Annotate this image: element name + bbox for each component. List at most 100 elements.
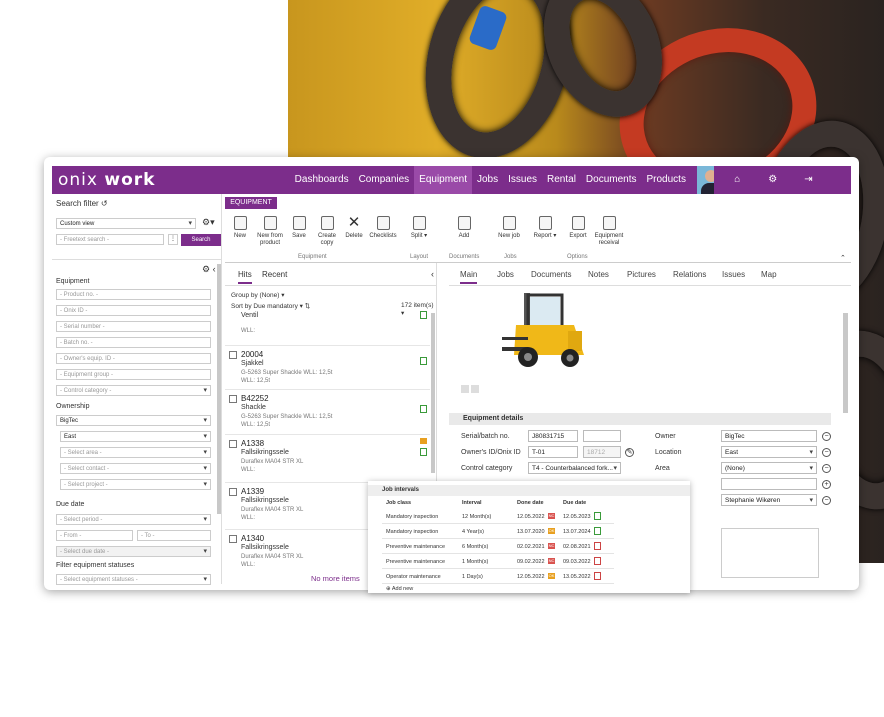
from-date-input[interactable]: - From - bbox=[56, 530, 133, 541]
notes-textarea[interactable] bbox=[721, 528, 819, 578]
new-job-button[interactable]: New job bbox=[498, 216, 520, 240]
tab-pictures[interactable]: Pictures bbox=[627, 270, 656, 279]
tab-documents[interactable]: Documents bbox=[531, 270, 571, 279]
next-image-icon[interactable] bbox=[471, 385, 479, 393]
location-select[interactable]: East bbox=[721, 446, 817, 458]
job-document-icon[interactable] bbox=[594, 572, 601, 580]
equipment-group-input[interactable]: - Equipment group - bbox=[56, 369, 211, 380]
area-select[interactable]: East bbox=[60, 431, 211, 442]
add-new-job-interval[interactable]: ⊕ Add new bbox=[386, 586, 413, 592]
user-avatar[interactable] bbox=[696, 166, 715, 194]
batch-input[interactable] bbox=[583, 430, 621, 442]
sign-out-link[interactable]: ⇥ Sign out bbox=[799, 166, 845, 241]
tab-notes[interactable]: Notes bbox=[588, 270, 609, 279]
checklists-button[interactable]: Checklists bbox=[367, 216, 399, 240]
new-from-product-button[interactable]: New from product bbox=[254, 216, 286, 247]
add-project-icon[interactable]: + bbox=[822, 480, 831, 489]
nav-rental[interactable]: Rental bbox=[542, 166, 581, 194]
report-button[interactable]: Report ▾ bbox=[528, 216, 562, 240]
control-category-select[interactable]: T4 - Counterbalanced fork... bbox=[528, 462, 621, 474]
settings-gear-icon[interactable]: ⚙▾ bbox=[202, 217, 215, 228]
job-document-icon[interactable] bbox=[594, 512, 601, 520]
tab-jobs[interactable]: Jobs bbox=[497, 270, 514, 279]
control-category-select[interactable]: - Control category - bbox=[56, 385, 211, 396]
job-interval-row[interactable]: Preventive maintenance 1 Month(s) 09.02.20… bbox=[382, 554, 614, 569]
prev-image-icon[interactable] bbox=[461, 385, 469, 393]
main-scrollbar[interactable] bbox=[843, 313, 848, 413]
row-checkbox[interactable] bbox=[229, 440, 237, 448]
batch-no-input[interactable]: - Batch no. - bbox=[56, 337, 211, 348]
nav-equipment[interactable]: Equipment bbox=[414, 166, 472, 194]
select-area-select[interactable]: - Select area - bbox=[60, 447, 211, 458]
tab-equipment[interactable]: EQUIPMENT bbox=[225, 197, 277, 209]
row-checkbox[interactable] bbox=[229, 395, 237, 403]
list-item[interactable]: 20004 Sjakkel G-5263 Super Shackle WLL: 1… bbox=[225, 347, 430, 390]
job-document-icon[interactable] bbox=[594, 542, 601, 550]
gear-icon[interactable]: ⚙ bbox=[763, 166, 782, 194]
select-statuses-select[interactable]: - Select equipment statuses - bbox=[56, 574, 211, 585]
owner-select[interactable]: BigTec bbox=[56, 415, 211, 426]
select-contact-select[interactable]: - Select contact - bbox=[60, 463, 211, 474]
owner-field[interactable]: BigTec bbox=[721, 430, 817, 442]
tab-map[interactable]: Map bbox=[761, 270, 777, 279]
filter-scrollbar[interactable] bbox=[217, 264, 221, 514]
contact-select[interactable]: Stephanie Wikøren bbox=[721, 494, 817, 506]
nav-issues[interactable]: Issues bbox=[503, 166, 542, 194]
filter-gear-icon[interactable]: ⚙ ‹ bbox=[202, 264, 216, 275]
nav-dashboards[interactable]: Dashboards bbox=[290, 166, 354, 194]
tab-issues[interactable]: Issues bbox=[722, 270, 745, 279]
search-button[interactable]: Search bbox=[181, 234, 221, 246]
select-project-select[interactable]: - Select project - bbox=[60, 479, 211, 490]
save-button[interactable]: Save bbox=[288, 216, 310, 240]
remove-owner-icon[interactable]: − bbox=[822, 432, 831, 441]
export-button[interactable]: Export bbox=[566, 216, 590, 240]
job-interval-row[interactable]: Operator maintenance 1 Day(s) 12.05.2022 OK… bbox=[382, 569, 614, 584]
row-checkbox[interactable] bbox=[229, 488, 237, 496]
tab-relations[interactable]: Relations bbox=[673, 270, 706, 279]
owner-id-input[interactable]: T-01 bbox=[528, 446, 578, 458]
remove-location-icon[interactable]: − bbox=[822, 448, 831, 457]
more-options-icon[interactable]: ⋮ bbox=[168, 234, 178, 245]
list-item[interactable]: Ventil WLL: bbox=[225, 310, 430, 346]
add-document-button[interactable]: Add bbox=[452, 216, 476, 240]
job-interval-row[interactable]: Mandatory inspection 4 Year(s) 13.07.2020 O… bbox=[382, 524, 614, 539]
collapse-hits-icon[interactable]: ‹ bbox=[431, 269, 434, 279]
serial-number-input[interactable]: - Serial number - bbox=[56, 321, 211, 332]
remove-area-icon[interactable]: − bbox=[822, 464, 831, 473]
home-icon[interactable]: ⌂ bbox=[729, 166, 745, 194]
row-checkbox[interactable] bbox=[229, 351, 237, 359]
row-checkbox[interactable] bbox=[229, 535, 237, 543]
list-item[interactable]: B42252 Shackle G-5263 Super Shackle WLL: … bbox=[225, 391, 430, 435]
collapse-ribbon-icon[interactable]: ⌃ bbox=[840, 254, 846, 262]
job-document-icon[interactable] bbox=[594, 557, 601, 565]
group-by-select[interactable]: Group by (None) ▾ bbox=[231, 291, 285, 299]
select-due-date-select[interactable]: - Select due date - bbox=[56, 546, 211, 557]
product-no-input[interactable]: - Product no. - bbox=[56, 289, 211, 300]
sort-select[interactable]: Sort by Due mandatory ▾ ⇅ bbox=[231, 302, 310, 310]
nav-jobs[interactable]: Jobs bbox=[472, 166, 503, 194]
to-date-input[interactable]: - To - bbox=[137, 530, 211, 541]
project-input[interactable] bbox=[721, 478, 817, 490]
delete-button[interactable]: ✕ Delete bbox=[342, 215, 366, 240]
hits-scrollbar[interactable] bbox=[431, 313, 435, 473]
tab-hits[interactable]: Hits bbox=[238, 270, 252, 284]
job-document-icon[interactable] bbox=[594, 527, 601, 535]
nav-documents[interactable]: Documents bbox=[581, 166, 642, 194]
view-select[interactable]: Custom view bbox=[56, 218, 196, 229]
serial-input[interactable]: J80831715 bbox=[528, 430, 578, 442]
owner-equip-id-input[interactable]: - Owner's equip. ID - bbox=[56, 353, 211, 364]
remove-contact-icon[interactable]: − bbox=[822, 496, 831, 505]
job-interval-row[interactable]: Mandatory inspection 12 Month(s) 12.05.202… bbox=[382, 509, 614, 524]
tab-recent[interactable]: Recent bbox=[262, 270, 287, 279]
onix-work-logo[interactable]: onix work bbox=[58, 170, 290, 190]
onix-id-input[interactable]: - Onix ID - bbox=[56, 305, 211, 316]
edit-pencil-icon[interactable]: ✎ bbox=[625, 448, 634, 457]
split-button[interactable]: Split ▾ bbox=[406, 216, 432, 240]
create-copy-button[interactable]: Create copy bbox=[314, 216, 340, 247]
job-intervals-header[interactable]: Job intervals bbox=[368, 485, 690, 496]
list-item[interactable]: A1338 Fallsikringssele Duraflex MA04 STR … bbox=[225, 436, 430, 483]
nav-companies[interactable]: Companies bbox=[354, 166, 415, 194]
new-button[interactable]: New bbox=[231, 216, 249, 240]
tab-main[interactable]: Main bbox=[460, 270, 478, 284]
equipment-receival-button[interactable]: Equipment receival bbox=[591, 216, 627, 247]
